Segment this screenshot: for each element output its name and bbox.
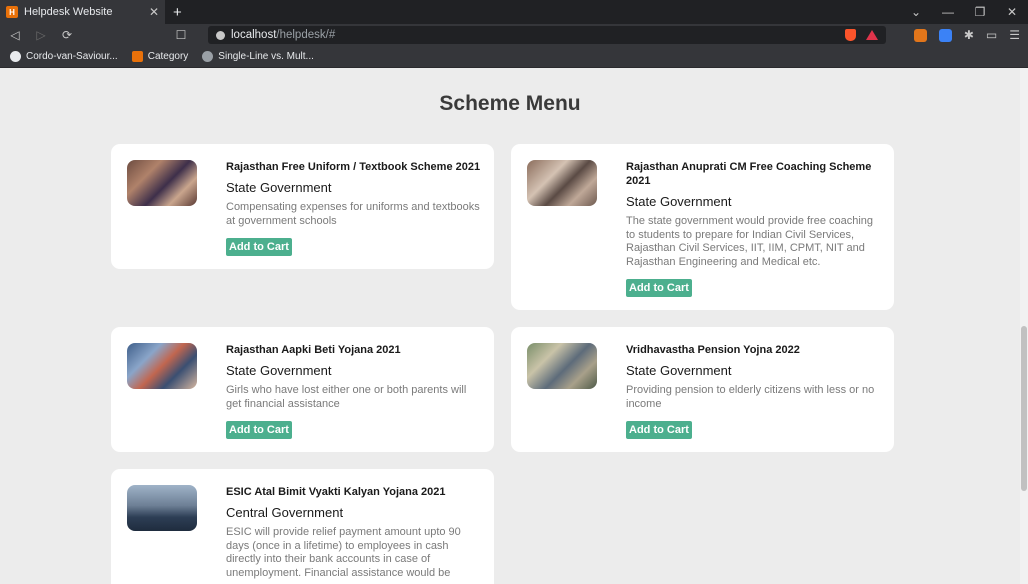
tab-title: Helpdesk Website xyxy=(24,6,113,18)
bookmark-item[interactable]: Single-Line vs. Mult... xyxy=(202,51,314,62)
window-controls: ⌄ — ❐ ✕ xyxy=(900,5,1028,19)
scheme-image xyxy=(127,343,197,389)
bookmark-label: Single-Line vs. Mult... xyxy=(218,51,314,62)
scheme-description: Compensating expenses for uniforms and t… xyxy=(226,201,480,227)
scheme-government: State Government xyxy=(626,363,732,378)
reload-icon[interactable]: ⟳ xyxy=(60,28,74,42)
site-info-icon[interactable] xyxy=(216,30,225,40)
scheme-info: Rajasthan Free Uniform / Textbook Scheme… xyxy=(226,160,481,256)
add-to-cart-button[interactable]: Add to Cart xyxy=(626,421,692,439)
forward-icon[interactable]: ▷ xyxy=(34,28,48,42)
add-to-cart-button[interactable]: Add to Cart xyxy=(226,238,292,256)
scheme-image xyxy=(527,160,597,206)
scheme-title: Rajasthan Free Uniform / Textbook Scheme… xyxy=(226,161,481,173)
tab-strip: H Helpdesk Website ✕ + ⌄ — ❐ ✕ xyxy=(0,0,1028,24)
scheme-description: Providing pension to elderly citizens wi… xyxy=(626,384,875,410)
toolbar: ◁ ▷ ⟳ ☐ localhost/helpdesk/# ✱ ▭ ☰ xyxy=(0,24,1028,46)
site-favicon: H xyxy=(6,6,18,18)
scheme-card: Rajasthan Aapki Beti Yojana 2021 State G… xyxy=(111,327,494,452)
scheme-image xyxy=(527,343,597,389)
scheme-info: ESIC Atal Bimit Vyakti Kalyan Yojana 202… xyxy=(226,485,481,580)
bookmark-label: Category xyxy=(147,51,189,62)
scheme-description: ESIC will provide relief payment amount … xyxy=(226,526,461,579)
url-host: localhost xyxy=(231,29,277,41)
scheme-government: State Government xyxy=(226,180,332,195)
back-icon[interactable]: ◁ xyxy=(8,28,22,42)
scheme-card: ESIC Atal Bimit Vyakti Kalyan Yojana 202… xyxy=(111,469,494,584)
wallet-icon[interactable]: ▭ xyxy=(986,28,997,42)
brave-shields-icon[interactable] xyxy=(845,29,856,41)
tab-search-icon[interactable]: ⌄ xyxy=(900,5,932,19)
category-favicon-icon xyxy=(131,51,143,62)
page-scrollbar[interactable] xyxy=(1020,68,1028,584)
scheme-title: Rajasthan Aapki Beti Yojana 2021 xyxy=(226,344,401,356)
add-to-cart-button[interactable]: Add to Cart xyxy=(226,421,292,439)
scrollbar-thumb[interactable] xyxy=(1021,326,1027,491)
page-title: Scheme Menu xyxy=(439,92,581,115)
address-bar[interactable]: localhost/helpdesk/# xyxy=(208,26,886,44)
scheme-government: State Government xyxy=(226,363,332,378)
metamask-icon[interactable] xyxy=(913,28,927,42)
scheme-info: Rajasthan Anuprati CM Free Coaching Sche… xyxy=(626,160,881,297)
globe-icon xyxy=(202,51,214,62)
scheme-government: State Government xyxy=(626,194,732,209)
scheme-card: Vridhavastha Pension Yojna 2022 State Go… xyxy=(511,327,894,452)
bookmark-item[interactable]: Cordo-van-Saviour... xyxy=(10,51,118,62)
page-content: Scheme Menu Rajasthan Free Uniform / Tex… xyxy=(0,68,1028,584)
menu-icon[interactable]: ☰ xyxy=(1009,28,1020,42)
scheme-image xyxy=(127,160,197,206)
scheme-government: Central Government xyxy=(226,505,344,520)
scheme-title: Vridhavastha Pension Yojna 2022 xyxy=(626,344,800,356)
scheme-info: Rajasthan Aapki Beti Yojana 2021 State G… xyxy=(226,343,481,439)
bookmark-label: Cordo-van-Saviour... xyxy=(26,51,118,62)
github-icon xyxy=(10,51,21,62)
add-to-cart-button[interactable]: Add to Cart xyxy=(626,279,692,297)
bookmark-icon[interactable]: ☐ xyxy=(174,28,188,42)
scheme-title: Rajasthan Anuprati CM Free Coaching Sche… xyxy=(626,161,872,187)
scheme-card: Rajasthan Anuprati CM Free Coaching Sche… xyxy=(511,144,894,310)
scheme-info: Vridhavastha Pension Yojna 2022 State Go… xyxy=(626,343,881,439)
scheme-description: The state government would provide free … xyxy=(626,215,874,268)
puzzle-icon[interactable]: ✱ xyxy=(964,28,974,42)
maximize-button[interactable]: ❐ xyxy=(964,5,996,19)
close-tab-icon[interactable]: ✕ xyxy=(149,5,159,19)
scheme-description: Girls who have lost either one or both p… xyxy=(226,384,467,410)
bookmarks-bar: Cordo-van-Saviour... Category Single-Lin… xyxy=(0,46,1028,68)
extensions-area: ✱ ▭ ☰ xyxy=(913,28,1020,42)
extension-icon[interactable] xyxy=(938,28,952,42)
brave-rewards-icon[interactable] xyxy=(866,30,878,40)
minimize-button[interactable]: — xyxy=(932,5,964,19)
browser-tab[interactable]: H Helpdesk Website ✕ xyxy=(0,0,165,24)
new-tab-button[interactable]: + xyxy=(173,4,182,21)
bookmark-item[interactable]: Category xyxy=(131,51,189,62)
scheme-image xyxy=(127,485,197,531)
scheme-card: Rajasthan Free Uniform / Textbook Scheme… xyxy=(111,144,494,269)
close-window-button[interactable]: ✕ xyxy=(996,5,1028,19)
scheme-title: ESIC Atal Bimit Vyakti Kalyan Yojana 202… xyxy=(226,486,446,498)
url-path: /helpdesk/# xyxy=(276,29,336,41)
